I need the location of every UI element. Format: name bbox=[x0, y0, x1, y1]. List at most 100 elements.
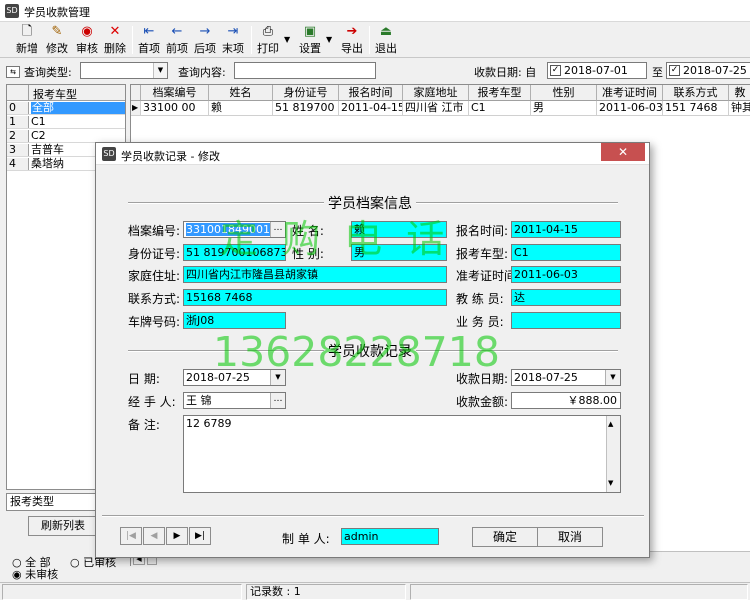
new-doc-icon: 🗋 bbox=[21, 24, 33, 39]
print-dropdown-arrow[interactable]: ▼ bbox=[284, 35, 290, 44]
table-cell[interactable]: 33100 00 bbox=[141, 101, 209, 116]
coach-field[interactable]: 达 bbox=[511, 289, 621, 306]
row-pointer-icon: ▶ bbox=[131, 101, 141, 116]
row-number: 4 bbox=[7, 158, 29, 170]
print-button[interactable]: ⎙ 打印 bbox=[254, 24, 282, 56]
date-to-checkbox[interactable]: ✓ bbox=[669, 65, 680, 76]
column-header[interactable]: 家庭地址 bbox=[403, 85, 469, 101]
header-corner bbox=[7, 85, 29, 100]
reg-time-field[interactable]: 2011-04-15 bbox=[511, 221, 621, 238]
table-cell[interactable]: 四川省 江市 bbox=[403, 101, 469, 116]
filter-icon[interactable]: ⇆ bbox=[6, 66, 20, 78]
audit-button[interactable]: ◉ 审核 bbox=[72, 24, 102, 56]
column-header[interactable]: 性别 bbox=[531, 85, 597, 101]
radio-unaudited[interactable]: ◉ 未审核 bbox=[12, 566, 58, 582]
settings-dropdown-arrow[interactable]: ▼ bbox=[326, 35, 332, 44]
exit-button[interactable]: ⏏ 退出 bbox=[372, 24, 400, 56]
sales-field[interactable] bbox=[511, 312, 621, 329]
plate-label: 车牌号码: bbox=[128, 315, 181, 329]
list-item[interactable]: 0 全部 bbox=[7, 102, 125, 115]
last-icon: ⇥ bbox=[227, 24, 239, 39]
exit-icon: ⏏ bbox=[379, 24, 393, 39]
last-button[interactable]: ⇥ 末项 bbox=[218, 24, 248, 56]
table-cell[interactable]: 2011-04-15 bbox=[339, 101, 403, 116]
query-type-select[interactable]: ▼ bbox=[80, 62, 168, 79]
payment-record-dialog: SD 学员收款记录 - 修改 ✕ 学员档案信息 档案编号: 3310018490… bbox=[95, 142, 650, 558]
note-textarea[interactable]: 12 6789 ▲ ▼ bbox=[183, 415, 621, 493]
edit-button[interactable]: ✎ 修改 bbox=[42, 24, 72, 56]
list-item[interactable]: 1 C1 bbox=[7, 116, 125, 129]
chevron-down-icon: ▼ bbox=[153, 63, 167, 78]
row-label: 全部 bbox=[31, 102, 125, 114]
reg-time-label: 报名时间: bbox=[456, 224, 509, 238]
handler-field[interactable]: 王 锦… bbox=[183, 392, 286, 409]
query-content-input[interactable] bbox=[234, 62, 376, 79]
add-button[interactable]: 🗋 新增 bbox=[12, 24, 42, 56]
table-cell[interactable]: 男 bbox=[531, 101, 597, 116]
column-header[interactable]: 姓名 bbox=[209, 85, 273, 101]
first-button[interactable]: ⇤ 首项 bbox=[134, 24, 164, 56]
export-button[interactable]: ➔ 导出 bbox=[338, 24, 366, 56]
gender-field[interactable]: 男 bbox=[351, 244, 447, 261]
column-header[interactable]: 报考车型 bbox=[469, 85, 531, 101]
prev-button[interactable]: ← 前项 bbox=[162, 24, 192, 56]
plate-field[interactable]: 浙J08 bbox=[183, 312, 286, 329]
amount-label: 收款金额: bbox=[456, 395, 509, 409]
prev-record-icon[interactable]: ◀ bbox=[143, 527, 165, 545]
settings-button[interactable]: ▣ 设置 bbox=[296, 24, 324, 56]
address-field[interactable]: 四川省内江市隆昌县胡家镇 bbox=[183, 266, 447, 283]
chevron-down-icon[interactable]: ▼ bbox=[270, 370, 285, 385]
table-cell[interactable]: 赖 bbox=[209, 101, 273, 116]
date-from-picker[interactable]: ✓ 2018-07-01 bbox=[547, 62, 647, 79]
last-record-icon[interactable]: ▶| bbox=[189, 527, 211, 545]
scroll-up-icon[interactable]: ▲ bbox=[608, 417, 613, 432]
date-to-picker[interactable]: ✓ 2018-07-25 bbox=[666, 62, 750, 79]
contact-field[interactable]: 15168 7468 bbox=[183, 289, 447, 306]
date-from-checkbox[interactable]: ✓ bbox=[550, 65, 561, 76]
cancel-button[interactable]: 取消 bbox=[537, 527, 603, 547]
refresh-list-button[interactable]: 刷新列表 bbox=[28, 516, 98, 536]
column-header[interactable]: 报名时间 bbox=[339, 85, 403, 101]
record-count: 记录数 : 1 bbox=[246, 584, 406, 600]
table-cell[interactable]: C1 bbox=[469, 101, 531, 116]
column-header[interactable]: 档案编号 bbox=[141, 85, 209, 101]
column-header[interactable]: 教 bbox=[729, 85, 750, 101]
ok-button[interactable]: 确定 bbox=[472, 527, 538, 547]
table-cell[interactable]: 51 819700 bbox=[273, 101, 339, 116]
file-no-label: 档案编号: bbox=[128, 224, 181, 238]
amount-field[interactable]: ￥888.00 bbox=[511, 392, 621, 409]
close-icon[interactable]: ✕ bbox=[601, 143, 645, 161]
filter-bar: ⇆ 查询类型: ▼ 查询内容: 收款日期: 自 ✓ 2018-07-01 至 ✓… bbox=[0, 60, 750, 82]
delete-button[interactable]: ✕ 删除 bbox=[100, 24, 130, 56]
pay-date-picker[interactable]: 2018-07-25 ▼ bbox=[511, 369, 621, 386]
column-header[interactable]: 身份证号 bbox=[273, 85, 339, 101]
first-record-icon[interactable]: |◀ bbox=[120, 527, 142, 545]
app-icon: SD bbox=[5, 4, 19, 18]
next-record-icon[interactable]: ▶ bbox=[166, 527, 188, 545]
column-header[interactable]: 联系方式 bbox=[663, 85, 729, 101]
permit-time-field[interactable]: 2011-06-03 bbox=[511, 266, 621, 283]
car-type-label: 报考车型: bbox=[456, 247, 509, 261]
row-number: 1 bbox=[7, 116, 29, 128]
ellipsis-icon[interactable]: … bbox=[270, 393, 285, 408]
name-field[interactable]: 赖 bbox=[351, 221, 447, 238]
note-scrollbar[interactable]: ▲ ▼ bbox=[606, 416, 620, 492]
table-cell[interactable]: 151 7468 bbox=[663, 101, 729, 116]
column-header[interactable]: 准考证时间 bbox=[597, 85, 663, 101]
scroll-down-icon[interactable]: ▼ bbox=[608, 476, 613, 491]
ellipsis-icon[interactable]: … bbox=[270, 222, 285, 237]
table-cell[interactable]: 2011-06-03 bbox=[597, 101, 663, 116]
date-picker[interactable]: 2018-07-25 ▼ bbox=[183, 369, 286, 386]
id-field[interactable]: 51 8197001068739 bbox=[183, 244, 286, 261]
chevron-down-icon[interactable]: ▼ bbox=[605, 370, 620, 385]
maker-field[interactable]: admin bbox=[341, 528, 439, 545]
file-no-field[interactable]: 331001849001… bbox=[183, 221, 286, 238]
table-cell[interactable]: 钟其 bbox=[729, 101, 750, 116]
divider bbox=[102, 515, 644, 517]
car-type-field[interactable]: C1 bbox=[511, 244, 621, 261]
dialog-titlebar: SD 学员收款记录 - 修改 ✕ bbox=[96, 143, 649, 165]
status-cell bbox=[2, 584, 242, 600]
next-button[interactable]: → 后项 bbox=[190, 24, 220, 56]
to-label: 至 bbox=[652, 66, 663, 79]
status-cell bbox=[410, 584, 748, 600]
